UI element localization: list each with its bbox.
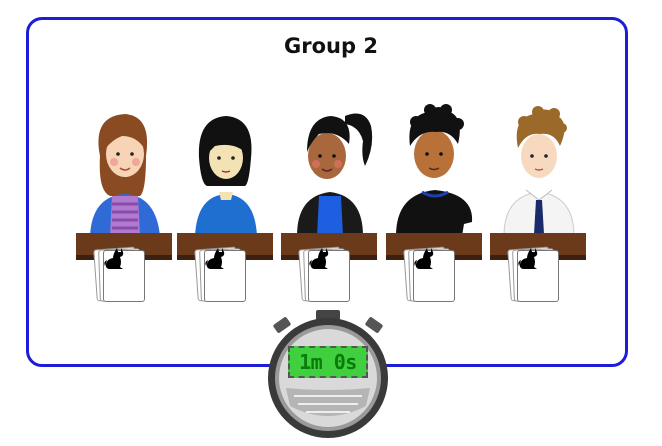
- card-stack[interactable]: [298, 246, 360, 306]
- card-stack[interactable]: [194, 246, 256, 306]
- student-5[interactable]: [484, 96, 594, 306]
- cat-icon: [204, 246, 244, 296]
- student-avatar: [503, 106, 575, 238]
- group-title: Group 2: [284, 34, 378, 58]
- cat-icon: [413, 246, 453, 296]
- student-1[interactable]: [70, 96, 180, 306]
- timer-display: 1m 0s: [288, 346, 368, 378]
- student-avatar: [195, 116, 257, 236]
- stopwatch[interactable]: 1m 0s: [266, 306, 390, 446]
- student-2[interactable]: [171, 96, 281, 306]
- cat-icon: [517, 246, 557, 296]
- card-stack[interactable]: [507, 246, 569, 306]
- student-3[interactable]: [275, 96, 385, 306]
- cat-icon: [308, 246, 348, 296]
- student-avatar: [396, 104, 473, 236]
- student-4[interactable]: [380, 96, 490, 306]
- card-stack[interactable]: [93, 246, 155, 306]
- card-stack[interactable]: [403, 246, 465, 306]
- student-avatar: [90, 114, 160, 236]
- cat-icon: [103, 246, 143, 296]
- student-avatar: [297, 113, 373, 236]
